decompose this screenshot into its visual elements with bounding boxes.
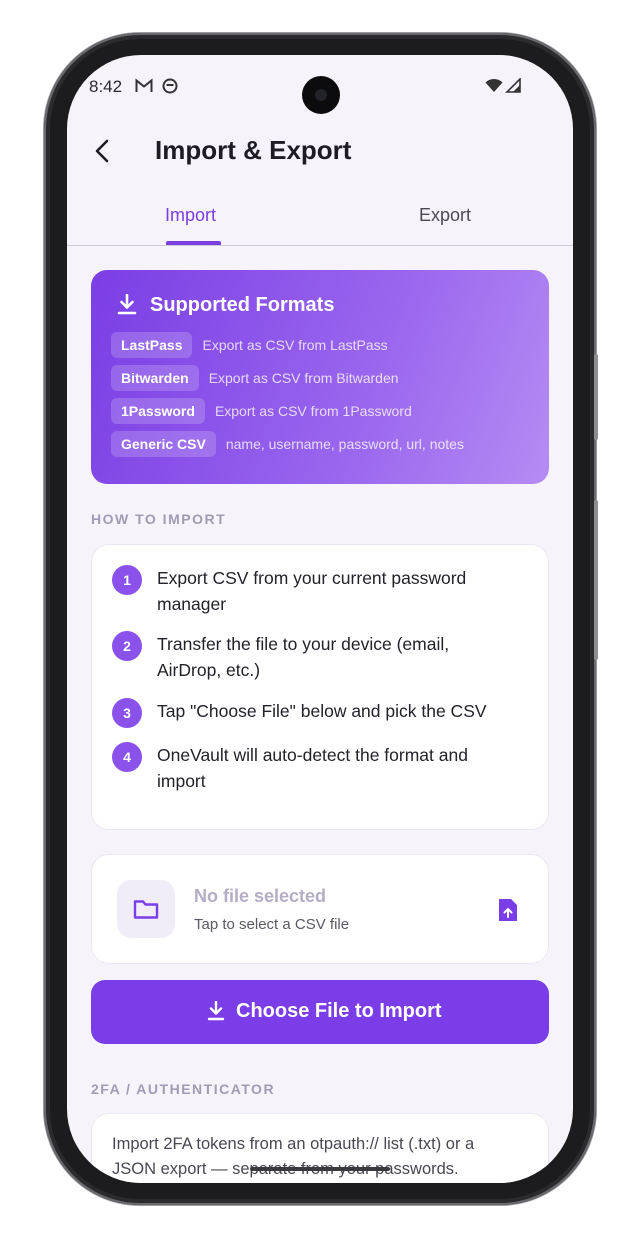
step-text: Tap "Choose File" below and pick the CSV: [157, 701, 487, 721]
step-number: 4: [112, 742, 142, 772]
step-text: OneVault will auto-detect the format and…: [157, 745, 468, 791]
supported-formats-card: Supported Formats LastPass Export as CSV …: [91, 270, 549, 484]
download-icon: [207, 1001, 225, 1021]
choose-file-button[interactable]: Choose File to Import: [91, 980, 549, 1044]
twofa-card: Import 2FA tokens from an otpauth:// lis…: [91, 1113, 549, 1183]
step-text: Export CSV from your current password ma…: [157, 568, 467, 614]
file-select-card[interactable]: No file selected Tap to select a CSV fil…: [91, 854, 549, 964]
format-row: 1Password Export as CSV from 1Password: [111, 398, 412, 424]
how-to-card: 1 Export CSV from your current password …: [91, 544, 549, 830]
format-badge: 1Password: [111, 398, 205, 424]
app-header: Import & Export: [67, 125, 573, 181]
format-desc: Export as CSV from LastPass: [202, 337, 388, 353]
format-desc: name, username, password, url, notes: [225, 436, 464, 452]
formats-title: Supported Formats: [150, 294, 335, 316]
app-screen: 8:42 Import & Export Import Export Suppo…: [67, 55, 573, 1183]
tab-bar: Import Export: [67, 195, 573, 246]
status-bar: 8:42: [67, 55, 573, 119]
format-row: LastPass Export as CSV from LastPass: [111, 332, 388, 358]
home-indicator: [250, 1167, 390, 1171]
file-upload-icon[interactable]: [497, 897, 519, 923]
gmail-icon: [135, 78, 153, 92]
twofa-label: 2FA / AUTHENTICATOR: [91, 1081, 276, 1097]
folder-icon-box: [117, 880, 175, 938]
file-status-title: No file selected: [194, 886, 327, 906]
volume-button: [594, 500, 598, 660]
signal-icon: [505, 78, 521, 93]
how-to-label: HOW TO IMPORT: [91, 511, 227, 527]
format-badge: Bitwarden: [111, 365, 199, 391]
step-number: 3: [112, 698, 142, 728]
step-number: 2: [112, 631, 142, 661]
app-icon: [162, 78, 178, 94]
format-row: Generic CSV name, username, password, url…: [111, 431, 464, 457]
format-badge: LastPass: [111, 332, 193, 358]
status-time: 8:42: [89, 77, 123, 96]
choose-file-label: Choose File to Import: [236, 1000, 442, 1022]
side-button: [594, 354, 598, 440]
page-title: Import & Export: [155, 135, 352, 165]
format-badge: Generic CSV: [111, 431, 216, 457]
step-text: Transfer the file to your device (email,…: [157, 634, 450, 680]
camera-cutout: [302, 76, 340, 114]
format-row: Bitwarden Export as CSV from Bitwarden: [111, 365, 399, 391]
file-status-subtitle: Tap to select a CSV file: [194, 916, 350, 933]
wifi-icon: [485, 78, 503, 92]
format-desc: Export as CSV from Bitwarden: [208, 370, 399, 386]
tab-import[interactable]: Import: [165, 205, 216, 226]
tab-indicator: [166, 241, 221, 245]
folder-icon: [133, 900, 159, 919]
back-chevron-icon[interactable]: [89, 137, 117, 165]
download-icon: [117, 294, 137, 315]
step-number: 1: [112, 565, 142, 595]
tab-export[interactable]: Export: [419, 205, 471, 226]
twofa-description: Import 2FA tokens from an otpauth:// lis…: [112, 1135, 475, 1178]
format-desc: Export as CSV from 1Password: [214, 403, 412, 419]
